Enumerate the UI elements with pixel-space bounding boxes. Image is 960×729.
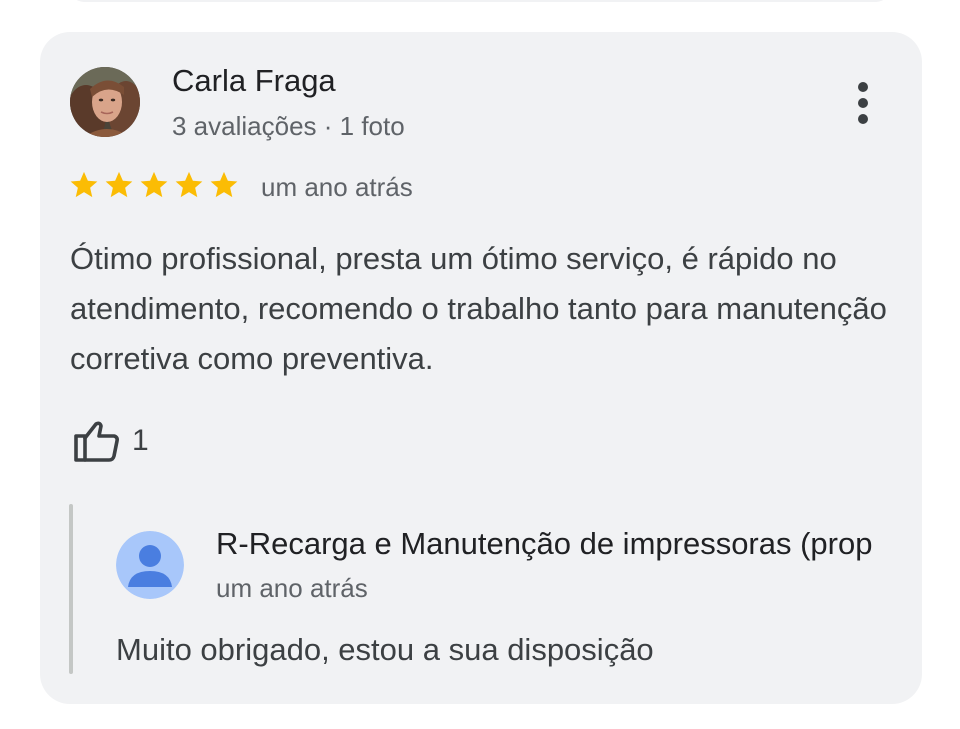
more-options-button[interactable] bbox=[843, 78, 883, 128]
review-text: Ótimo profissional, presta um ótimo serv… bbox=[70, 241, 887, 376]
reviewer-meta: 3 avaliações · 1 foto bbox=[172, 111, 405, 141]
review-time: um ano atrás bbox=[261, 172, 413, 202]
more-vert-icon-dot bbox=[858, 114, 868, 124]
star-rating bbox=[68, 168, 240, 204]
more-vert-icon bbox=[858, 82, 868, 92]
previous-card-edge bbox=[70, 0, 890, 2]
more-vert-icon-dot bbox=[858, 98, 868, 108]
owner-name: R-Recarga e Manutenção de impressoras (p… bbox=[216, 526, 873, 561]
owner-reply-text: Muito obrigado, estou a sua disposição bbox=[116, 632, 654, 667]
thumb-up-icon bbox=[74, 421, 119, 462]
reviewer-avatar[interactable] bbox=[70, 67, 140, 137]
reviewer-name[interactable]: Carla Fraga bbox=[172, 62, 336, 100]
star-icon bbox=[175, 171, 203, 198]
star-icon bbox=[105, 171, 133, 198]
star-icon bbox=[140, 171, 168, 198]
star-icon bbox=[210, 171, 238, 198]
reply-divider bbox=[69, 504, 73, 674]
star-icon bbox=[70, 171, 98, 198]
owner-avatar bbox=[116, 531, 184, 599]
like-count: 1 bbox=[132, 424, 149, 457]
owner-reply-time: um ano atrás bbox=[216, 573, 368, 603]
like-button[interactable]: 1 bbox=[72, 418, 149, 464]
